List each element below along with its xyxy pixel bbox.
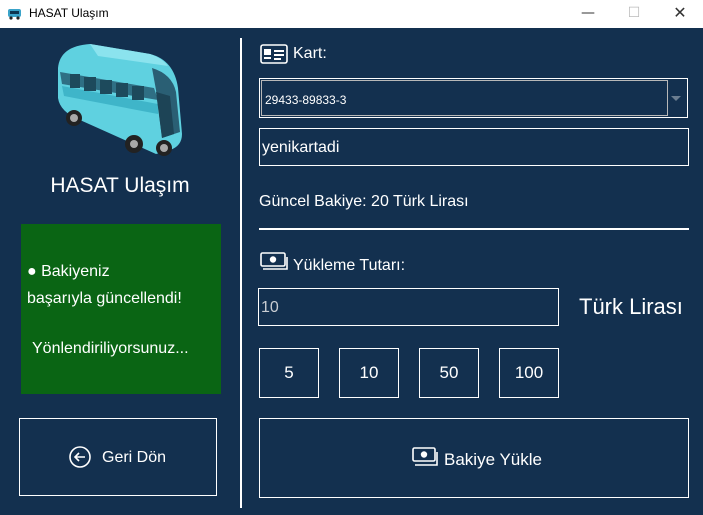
brand-title: HASAT Ulaşım (50, 174, 190, 197)
card-icon (260, 44, 288, 64)
amount-label: Yükleme Tutarı: (293, 257, 406, 274)
app-bus-icon (8, 9, 21, 20)
status-message-line3: Yönlendiriliyorsunuz... (32, 340, 189, 357)
card-select-value: 29433-89833-3 (265, 93, 347, 107)
card-label: Kart: (293, 45, 327, 62)
amount-input[interactable]: 10 (258, 288, 559, 326)
amount-5-button[interactable]: 5 (259, 348, 319, 398)
currency-label: Türk Lirası (579, 294, 683, 319)
card-name-value: yenikartadi (262, 139, 340, 156)
maximize-button[interactable]: ☐ (611, 0, 657, 28)
card-select[interactable]: 29433-89833-3 (259, 78, 688, 118)
status-message-box: ● Bakiyeniz başarıyla güncellendi! Yönle… (21, 224, 221, 394)
horizontal-divider (259, 228, 689, 230)
bus-icon (58, 44, 182, 156)
window-title: HASAT Ulaşım (29, 6, 109, 20)
money-icon (260, 252, 288, 270)
status-message-line2: başarıyla güncellendi! (27, 290, 182, 307)
amount-input-value: 10 (261, 299, 279, 316)
close-button[interactable]: ✕ (657, 0, 703, 28)
vertical-divider (240, 38, 242, 508)
title-bar: HASAT Ulaşım — ☐ ✕ (0, 0, 703, 28)
money-icon (412, 447, 438, 466)
balance-text: Güncel Bakiye: 20 Türk Lirası (259, 193, 469, 210)
amount-100-button[interactable]: 100 (499, 348, 559, 398)
load-balance-button[interactable]: Bakiye Yükle (259, 418, 689, 498)
back-arrow-icon (69, 446, 91, 468)
load-balance-label: Bakiye Yükle (444, 450, 542, 469)
chevron-down-icon[interactable] (667, 80, 685, 116)
status-message-line1: ● Bakiyeniz (27, 263, 110, 280)
back-button[interactable]: Geri Dön (19, 418, 217, 496)
minimize-button[interactable]: — (565, 0, 611, 28)
back-button-label: Geri Dön (102, 449, 167, 466)
app-window: HASAT Ulaşım — ☐ ✕ HASAT Ulaşım ● Bakiye… (0, 0, 703, 515)
card-name-input[interactable]: yenikartadi (259, 128, 689, 166)
amount-50-button[interactable]: 50 (419, 348, 479, 398)
amount-10-button[interactable]: 10 (339, 348, 399, 398)
